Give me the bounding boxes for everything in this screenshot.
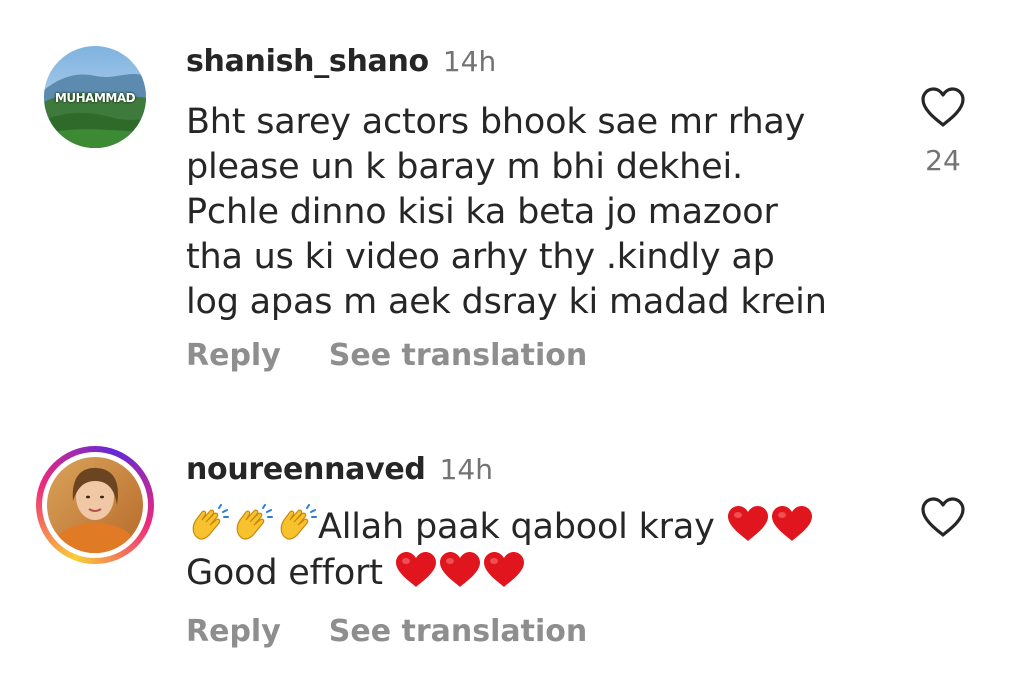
comment-line-text: Good effort [186,553,383,593]
avatar-image: MUHAMMAD [44,46,146,148]
comment-header: noureennaved 14h [186,452,493,487]
clapping-hands-icon [230,504,274,544]
comment-line: Pchle dinno kisi ka beta jo mazoor [186,192,778,232]
comment-header: shanish_shano 14h [186,44,496,79]
username[interactable]: shanish_shano [186,44,429,79]
see-translation-button[interactable]: See translation [329,614,587,649]
comment-line: Good effort [186,550,906,596]
timestamp: 14h [439,453,493,486]
clapping-hands-icon [274,504,318,544]
see-translation-button[interactable]: See translation [329,338,587,373]
username[interactable]: noureennaved [186,452,426,487]
red-heart-icon [770,504,814,544]
red-heart-icon [394,550,438,590]
comment-line: log apas m aek dsray ki madad krein [186,282,827,322]
avatar-text: MUHAMMAD [54,91,136,105]
comment-line: Allah paak qabool kray [186,504,906,550]
comment-text: Bht sarey actors bhook sae mr rhay pleas… [186,100,886,325]
red-heart-icon [482,550,526,590]
comment-actions: Reply See translation [186,338,587,373]
avatar-image [47,457,143,553]
reply-button[interactable]: Reply [186,614,281,649]
comment-text: Allah paak qabool kray Good effort [186,504,906,596]
timestamp: 14h [442,45,497,78]
comment-actions: Reply See translation [186,614,587,649]
heart-outline-icon[interactable] [920,86,966,128]
avatar-story-ring[interactable] [36,446,154,564]
comment-line: Bht sarey actors bhook sae mr rhay [186,102,806,142]
red-heart-icon [438,550,482,590]
red-heart-icon [726,504,770,544]
comment-line-text: Allah paak qabool kray [318,507,715,547]
like-count: 24 [925,144,961,177]
comment-line: please un k baray m bhi dekhei. [186,147,743,187]
comment-line: tha us ki video arhy thy .kindly ap [186,237,775,277]
avatar[interactable]: MUHAMMAD [36,38,154,156]
clapping-hands-icon [186,504,230,544]
heart-outline-icon[interactable] [920,496,966,538]
reply-button[interactable]: Reply [186,338,281,373]
